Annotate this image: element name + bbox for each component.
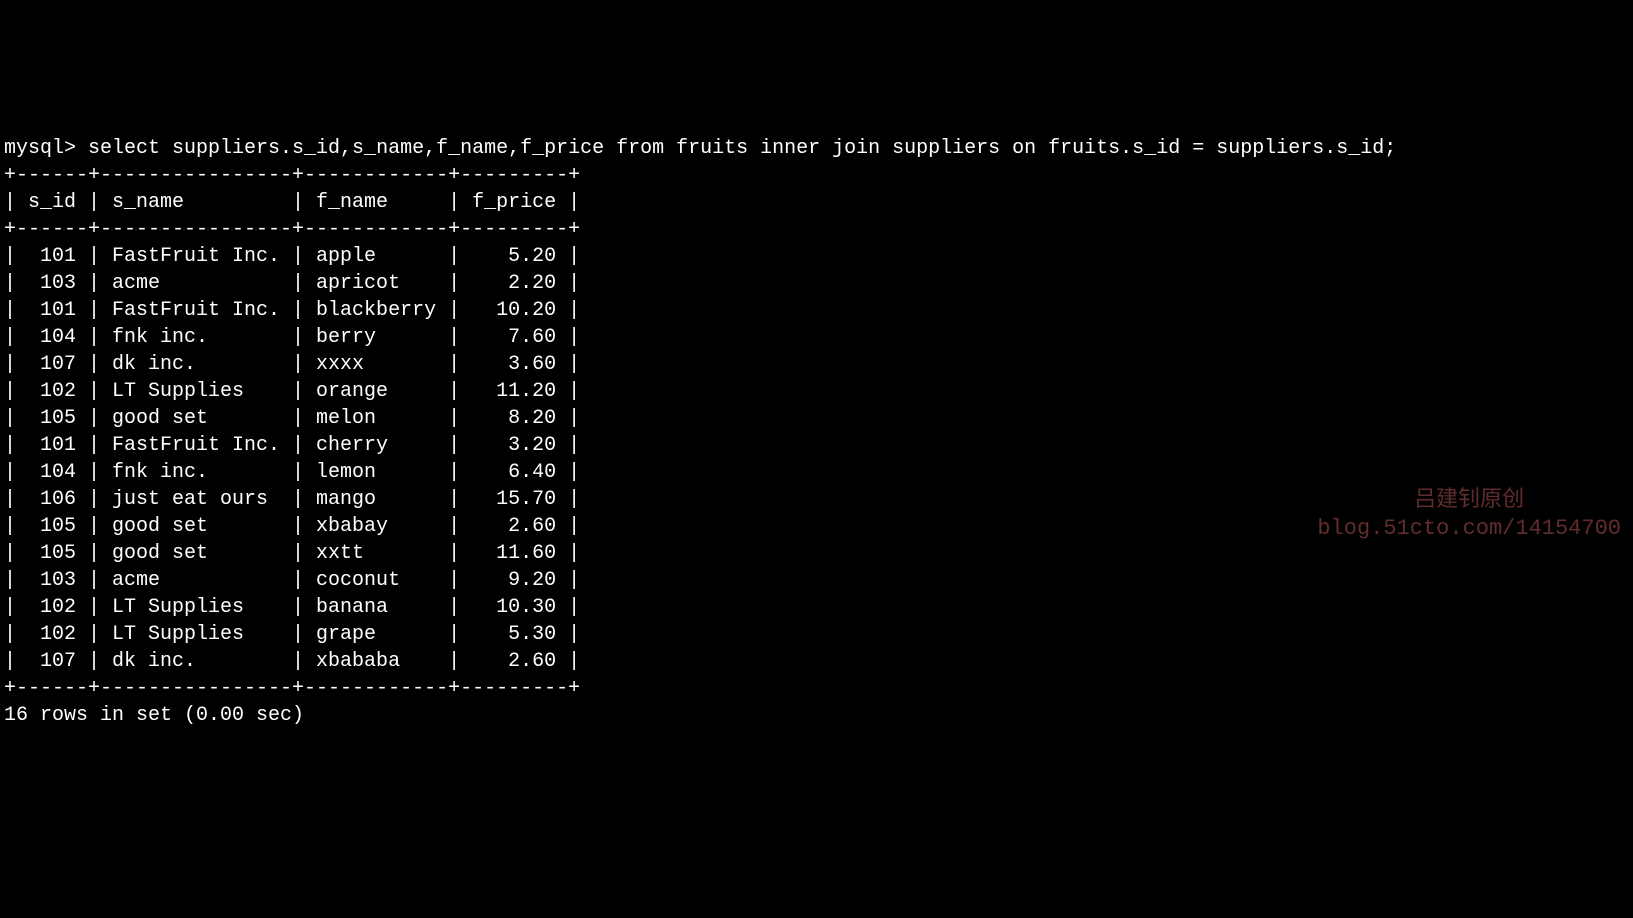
table-header-row: | s_id | s_name | f_name | f_price | (4, 191, 580, 214)
table-border-mid: +------+----------------+------------+--… (4, 218, 580, 241)
watermark-line2: blog.51cto.com/14154700 (1317, 516, 1621, 541)
mysql-terminal: mysql> select suppliers.s_id,s_name,f_na… (0, 108, 1633, 729)
watermark-line1: 吕建钊原创 (1414, 488, 1524, 513)
mysql-prompt: mysql> (4, 137, 88, 160)
table-border-bottom: +------+----------------+------------+--… (4, 677, 580, 700)
table-border-top: +------+----------------+------------+--… (4, 164, 580, 187)
table-data-rows: | 101 | FastFruit Inc. | apple | 5.20 | … (4, 245, 580, 673)
result-footer: 16 rows in set (0.00 sec) (4, 704, 304, 727)
sql-query: select suppliers.s_id,s_name,f_name,f_pr… (88, 137, 1396, 160)
watermark: 吕建钊原创 blog.51cto.com/14154700 (1317, 458, 1621, 544)
